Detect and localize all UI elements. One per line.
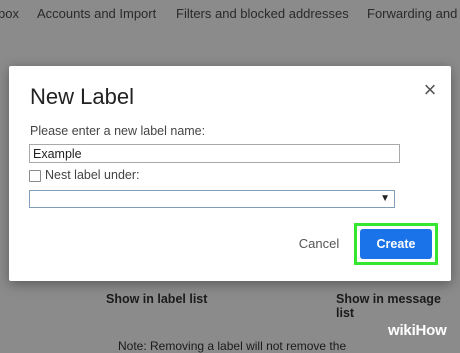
show-in-message-list-header: Show in message list [336,292,441,320]
tab-inbox[interactable]: box [0,6,19,21]
watermark-wiki: wiki [388,322,416,339]
background-note: Note: Removing a label will not remove t… [118,339,347,353]
tab-filters-and-blocked-addresses[interactable]: Filters and blocked addresses [176,6,349,21]
dropdown-arrow-icon: ▼ [380,193,390,204]
tab-forwarding[interactable]: Forwarding and [367,6,457,21]
wikihow-watermark: wikiHow [388,322,447,339]
new-label-dialog: New Label × Please enter a new label nam… [9,66,451,281]
dialog-title: New Label [30,84,134,109]
tab-accounts-and-import[interactable]: Accounts and Import [37,6,156,21]
label-name-input[interactable] [29,144,400,163]
watermark-how: How [415,322,447,339]
close-icon[interactable]: × [420,79,440,101]
label-name-prompt: Please enter a new label name: [30,124,206,138]
create-button[interactable]: Create [360,229,432,259]
settings-tab-bar: box Accounts and Import Filters and bloc… [0,0,460,30]
nest-label-text: Nest label under: [45,168,140,182]
parent-label-select[interactable]: ▼ [29,190,395,208]
cancel-button[interactable]: Cancel [289,233,349,255]
show-in-label-list-header: Show in label list [106,292,208,306]
nest-label-checkbox[interactable] [29,170,41,182]
